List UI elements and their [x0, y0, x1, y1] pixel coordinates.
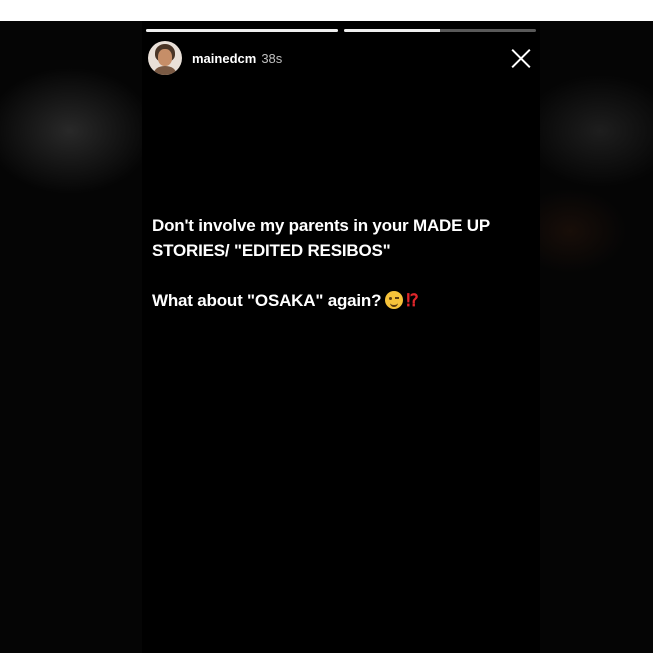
message-line-2: What about "OSAKA" again? — [152, 291, 382, 310]
winking-face-emoji — [385, 291, 404, 309]
exclamation-question-emoji: ⁉ — [406, 291, 419, 310]
username[interactable]: mainedcm — [192, 51, 256, 66]
message-gap — [152, 263, 534, 288]
progress-segment-2 — [344, 29, 536, 32]
avatar-body — [154, 66, 176, 75]
story-card[interactable]: mainedcm 38s Don't involve my parents in… — [142, 21, 540, 653]
message-line-2-container: What about "OSAKA" again? ⁉ — [152, 288, 534, 313]
story-header: mainedcm 38s — [148, 39, 534, 77]
progress-fill-2 — [344, 29, 440, 32]
story-message: Don't involve my parents in your MADE UP… — [152, 213, 534, 313]
wink-eye — [395, 297, 400, 299]
time-ago: 38s — [261, 50, 283, 66]
progress-segment-1 — [146, 29, 338, 32]
story-progress — [146, 29, 536, 32]
avatar-face — [158, 49, 172, 66]
message-line-1: Don't involve my parents in your MADE UP… — [152, 216, 490, 260]
avatar[interactable] — [148, 41, 182, 75]
story-viewer: mainedcm 38s Don't involve my parents in… — [0, 21, 653, 653]
close-icon[interactable] — [508, 45, 534, 71]
progress-fill-1 — [146, 29, 338, 32]
